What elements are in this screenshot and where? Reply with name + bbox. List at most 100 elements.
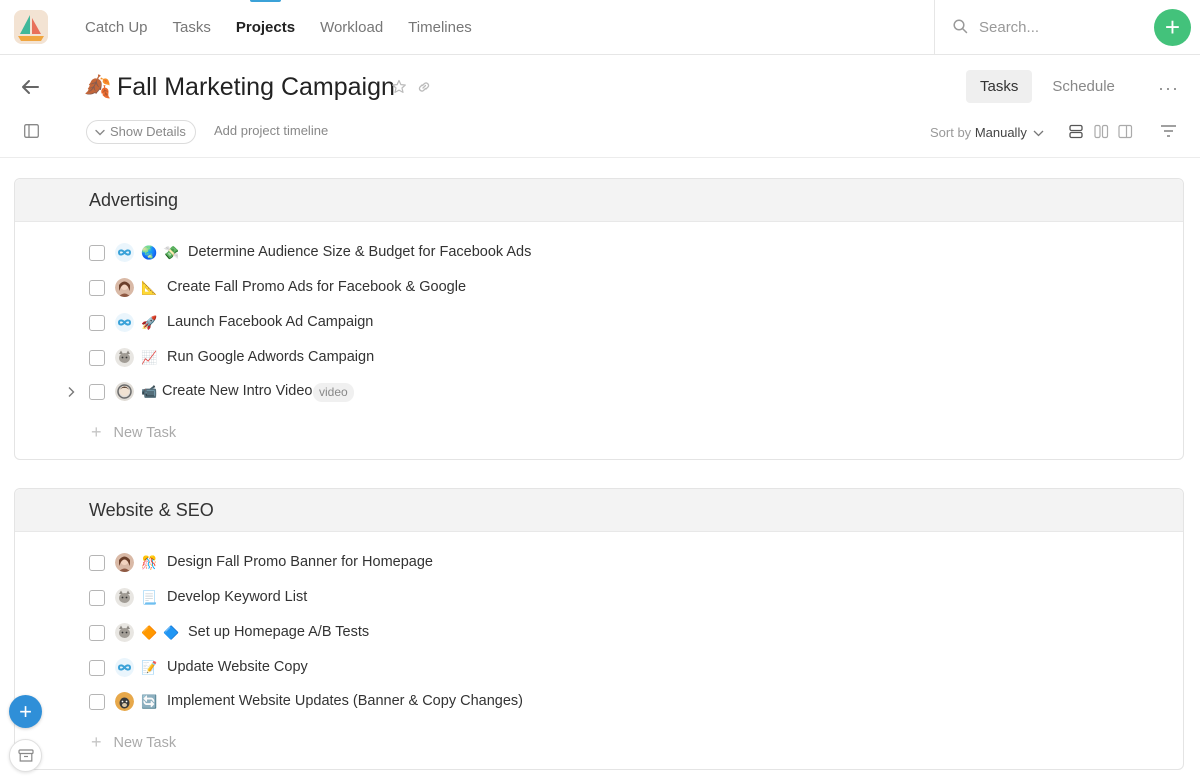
sort-value: Manually: [974, 125, 1027, 140]
back-arrow-icon[interactable]: [20, 78, 40, 96]
assignee-avatar[interactable]: [115, 243, 134, 262]
project-title[interactable]: Fall Marketing Campaign: [117, 71, 395, 103]
plus-icon: +: [91, 732, 102, 752]
nav-workload[interactable]: Workload: [320, 0, 383, 55]
tab-tasks[interactable]: Tasks: [966, 70, 1033, 103]
search-icon: [953, 19, 968, 34]
plus-icon: +: [91, 422, 102, 442]
chevron-right-icon[interactable]: [67, 386, 75, 398]
app-logo[interactable]: [14, 10, 48, 44]
chevron-down-icon: [1034, 130, 1044, 137]
task-name[interactable]: Update Website Copy: [167, 659, 308, 675]
task-checkbox[interactable]: [89, 245, 105, 261]
task-name[interactable]: Create Fall Promo Ads for Facebook & Goo…: [167, 279, 466, 295]
board-layout-icon[interactable]: [1094, 124, 1109, 139]
task-checkbox[interactable]: [89, 694, 105, 710]
search-input[interactable]: [979, 14, 1139, 40]
task-checkbox[interactable]: [89, 315, 105, 331]
nav-catch-up[interactable]: Catch Up: [85, 0, 148, 55]
show-details-label: Show Details: [110, 124, 186, 139]
sort-prefix: Sort by: [930, 125, 972, 140]
assignee-avatar[interactable]: [115, 313, 134, 332]
link-icon[interactable]: [416, 79, 432, 95]
task-checkbox[interactable]: [89, 625, 105, 641]
new-task-button[interactable]: + New Task: [91, 422, 176, 452]
section-title[interactable]: Website & SEO: [89, 500, 214, 521]
tab-schedule[interactable]: Schedule: [1038, 70, 1129, 103]
list-layout-icon[interactable]: [1069, 124, 1084, 139]
assignee-avatar[interactable]: [115, 692, 134, 711]
more-options-icon[interactable]: ···: [1158, 78, 1179, 99]
add-project-timeline-link[interactable]: Add project timeline: [214, 123, 328, 138]
task-row: 📹 Create New Intro Video video: [15, 375, 1183, 410]
task-row: 📝 Update Website Copy: [15, 651, 1183, 686]
task-row: 📈 Run Google Adwords Campaign: [15, 341, 1183, 376]
archive-box-icon: [18, 749, 34, 762]
split-layout-icon[interactable]: [1118, 124, 1133, 139]
task-checkbox[interactable]: [89, 350, 105, 366]
task-name[interactable]: Run Google Adwords Campaign: [167, 349, 374, 365]
show-details-button[interactable]: Show Details: [86, 120, 196, 144]
archive-button[interactable]: [9, 739, 42, 772]
task-checkbox[interactable]: [89, 384, 105, 400]
section-website-seo: Website & SEO 🎊 Design Fall Promo Banner…: [14, 488, 1184, 770]
new-task-label: New Task: [113, 735, 177, 751]
section-advertising: Advertising 🌏 💸 Determine Audience Size …: [14, 178, 1184, 460]
section-header: Website & SEO: [15, 489, 1183, 532]
task-name[interactable]: Design Fall Promo Banner for Homepage: [167, 554, 433, 570]
nav-timelines[interactable]: Timelines: [408, 0, 472, 55]
task-name[interactable]: Determine Audience Size & Budget for Fac…: [188, 244, 531, 260]
task-emoji: 📝: [141, 660, 158, 675]
project-toolbar: Show Details Add project timeline Sort b…: [0, 112, 1200, 158]
task-emoji: 📹: [141, 384, 158, 399]
task-emoji: 📐: [141, 280, 158, 295]
task-emoji: 🔶: [141, 625, 158, 640]
task-emoji: 🎊: [141, 555, 158, 570]
assignee-avatar[interactable]: [115, 658, 134, 677]
section-title[interactable]: Advertising: [89, 190, 178, 211]
task-row: 🔄 Implement Website Updates (Banner & Co…: [15, 685, 1183, 720]
task-row: 🌏 💸 Determine Audience Size & Budget for…: [15, 236, 1183, 271]
assignee-avatar[interactable]: [115, 348, 134, 367]
chevron-down-icon: [95, 129, 105, 135]
new-task-button[interactable]: + New Task: [91, 732, 176, 762]
section-header: Advertising: [15, 179, 1183, 222]
assignee-avatar[interactable]: [115, 588, 134, 607]
top-navigation-bar: Catch Up Tasks Projects Workload Timelin…: [0, 0, 1200, 55]
task-emoji: 🔄: [141, 694, 158, 709]
task-emoji: 🌏: [141, 245, 158, 260]
sidebar-toggle-icon[interactable]: [24, 124, 39, 138]
task-checkbox[interactable]: [89, 280, 105, 296]
task-emoji: 💸: [163, 245, 180, 260]
task-name[interactable]: Set up Homepage A/B Tests: [188, 624, 369, 640]
task-row: 📃 Develop Keyword List: [15, 581, 1183, 616]
assignee-avatar[interactable]: [115, 278, 134, 297]
assignee-avatar[interactable]: [115, 382, 134, 401]
nav-tasks[interactable]: Tasks: [173, 0, 211, 55]
task-name[interactable]: Implement Website Updates (Banner & Copy…: [167, 693, 523, 709]
assignee-avatar[interactable]: [115, 553, 134, 572]
task-checkbox[interactable]: [89, 555, 105, 571]
task-name[interactable]: Create New Intro Video: [162, 383, 312, 399]
project-emoji: 🍂: [84, 74, 112, 99]
star-icon[interactable]: [391, 79, 407, 95]
task-checkbox[interactable]: [89, 590, 105, 606]
quick-add-button[interactable]: +: [9, 695, 42, 728]
task-name[interactable]: Launch Facebook Ad Campaign: [167, 314, 373, 330]
assignee-avatar[interactable]: [115, 623, 134, 642]
filter-icon[interactable]: [1160, 124, 1177, 138]
sort-dropdown[interactable]: Sort by Manually: [930, 125, 1044, 140]
task-emoji: 🚀: [141, 315, 158, 330]
new-task-label: New Task: [113, 425, 177, 441]
nav-projects[interactable]: Projects: [236, 0, 295, 55]
task-row: 🚀 Launch Facebook Ad Campaign: [15, 306, 1183, 341]
task-row: 📐 Create Fall Promo Ads for Facebook & G…: [15, 271, 1183, 306]
task-emoji: 📃: [141, 590, 158, 605]
view-tabs: Tasks Schedule: [966, 70, 1135, 103]
add-button[interactable]: +: [1154, 9, 1191, 46]
task-checkbox[interactable]: [89, 660, 105, 676]
task-emoji: 🔷: [163, 625, 180, 640]
task-row: 🎊 Design Fall Promo Banner for Homepage: [15, 546, 1183, 581]
task-name[interactable]: Develop Keyword List: [167, 589, 307, 605]
task-tag[interactable]: video: [313, 383, 354, 402]
